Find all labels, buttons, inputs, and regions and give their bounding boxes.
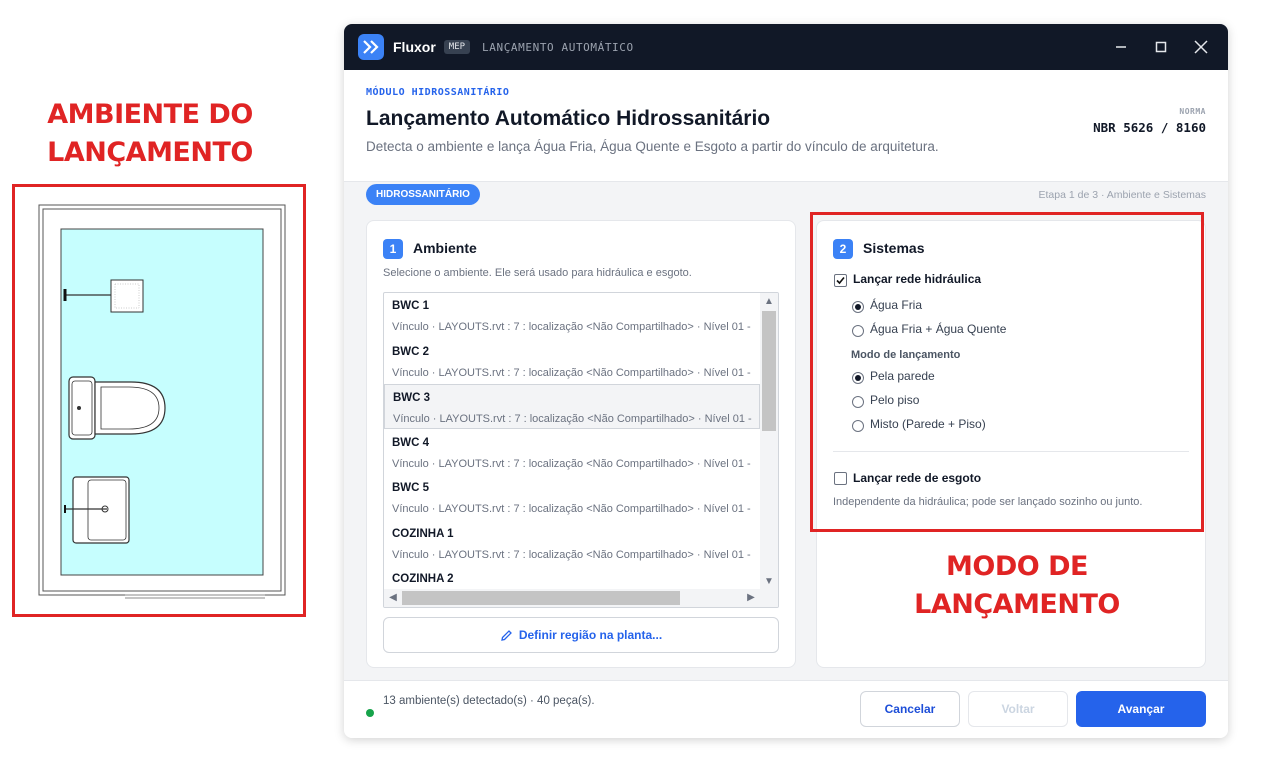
close-icon[interactable] bbox=[1192, 38, 1210, 56]
ambiente-hint: Selecione o ambiente. Ele será usado par… bbox=[383, 267, 692, 279]
hidraulica-label: Lançar rede hidráulica bbox=[853, 272, 982, 286]
horizontal-scrollbar[interactable]: ◀ ▶ bbox=[384, 589, 778, 607]
plan-highlight-box bbox=[12, 184, 306, 617]
pela-parede-label: Pela parede bbox=[870, 369, 935, 383]
scroll-left-icon[interactable]: ◀ bbox=[384, 589, 402, 607]
horizontal-scroll-thumb[interactable] bbox=[402, 591, 680, 605]
list-item-name: BWC 3 bbox=[393, 392, 431, 404]
norma-value: NBR 5626 / 8160 bbox=[1093, 120, 1206, 135]
page-title: Lançamento Automático Hidrossanitário bbox=[366, 107, 771, 130]
next-button[interactable]: Avançar bbox=[1076, 691, 1206, 727]
annotation-right-line2: LANÇAMENTO bbox=[914, 589, 1120, 620]
list-item-detail: Vínculo · LAYOUTS.rvt : 7 : localização … bbox=[393, 413, 752, 425]
define-region-label: Definir região na planta... bbox=[518, 628, 663, 642]
list-item[interactable]: COZINHA 2 bbox=[384, 566, 760, 591]
list-item-detail: Vínculo · LAYOUTS.rvt : 7 : localização … bbox=[392, 548, 751, 561]
status-dot-icon bbox=[366, 709, 374, 717]
back-button[interactable]: Voltar bbox=[968, 691, 1068, 727]
list-item-detail: Vínculo · LAYOUTS.rvt : 7 : localização … bbox=[392, 457, 751, 470]
esgoto-hint: Independente da hidráulica; pode ser lan… bbox=[833, 496, 1143, 508]
list-item-name: BWC 5 bbox=[392, 482, 430, 494]
app-window: Fluxor MEP LANÇAMENTO AUTOMÁTICO MÓDULO … bbox=[344, 24, 1228, 738]
list-item[interactable]: BWC 1 Vínculo · LAYOUTS.rvt : 7 : localiz… bbox=[384, 293, 760, 338]
list-item[interactable]: COZINHA 1 Vínculo · LAYOUTS.rvt : 7 : loc… bbox=[384, 521, 760, 566]
annotation-modo: MODO DE LANÇAMENTO bbox=[880, 548, 1154, 624]
list-item-name: BWC 2 bbox=[392, 345, 430, 358]
sink-fixture bbox=[64, 476, 130, 544]
ambiente-list[interactable]: BWC 1 Vínculo · LAYOUTS.rvt : 7 : localiz… bbox=[383, 292, 779, 608]
radio-agua-fria-quente[interactable] bbox=[852, 325, 864, 337]
list-item[interactable]: BWC 2 Vínculo · LAYOUTS.rvt : 7 : localiz… bbox=[384, 339, 760, 384]
hidraulica-checkbox[interactable] bbox=[834, 274, 847, 287]
sistemas-step-badge: 2 bbox=[833, 239, 853, 259]
list-item-name: COZINHA 2 bbox=[392, 573, 454, 585]
list-item[interactable]: BWC 3 Vínculo · LAYOUTS.rvt : 7 : localiz… bbox=[384, 384, 760, 429]
mep-badge: MEP bbox=[443, 40, 471, 54]
floor-plan-drawing bbox=[38, 204, 286, 599]
annotation-right-line1: MODO DE bbox=[946, 551, 1088, 582]
annotation-left-line1: AMBIENTE DO bbox=[47, 99, 253, 130]
cancel-button[interactable]: Cancelar bbox=[860, 691, 960, 727]
radio-pelo-piso[interactable] bbox=[852, 396, 864, 408]
vertical-scrollbar[interactable]: ▲ ▼ bbox=[760, 293, 778, 591]
norma-label: NORMA bbox=[1179, 107, 1206, 116]
radio-pela-parede[interactable] bbox=[852, 372, 864, 384]
esgoto-checkbox[interactable] bbox=[834, 472, 847, 485]
ambiente-list-items: BWC 1 Vínculo · LAYOUTS.rvt : 7 : localiz… bbox=[384, 293, 760, 591]
toilet-fixture bbox=[68, 376, 166, 440]
scroll-up-icon[interactable]: ▲ bbox=[760, 293, 778, 311]
minimize-icon[interactable] bbox=[1112, 38, 1130, 56]
check-icon bbox=[836, 276, 845, 285]
page-description: Detecta o ambiente e lança Água Fria, Ág… bbox=[366, 139, 939, 154]
list-item-detail: Vínculo · LAYOUTS.rvt : 7 : localização … bbox=[392, 503, 751, 515]
define-region-button[interactable]: Definir região na planta... bbox=[383, 617, 779, 653]
ambiente-step-badge: 1 bbox=[383, 239, 403, 259]
scroll-right-icon[interactable]: ▶ bbox=[742, 589, 760, 607]
list-item-detail: Vínculo · LAYOUTS.rvt : 7 : localização … bbox=[392, 366, 751, 379]
pencil-icon bbox=[500, 629, 512, 641]
list-item-name: BWC 1 bbox=[392, 300, 430, 312]
footer-bar: 13 ambiente(s) detectado(s) · 40 peça(s)… bbox=[344, 680, 1228, 738]
fluxor-logo-icon bbox=[358, 34, 384, 60]
misto-label: Misto (Parede + Piso) bbox=[870, 417, 986, 431]
window-subtitle: LANÇAMENTO AUTOMÁTICO bbox=[482, 40, 634, 54]
agua-fria-quente-label: Água Fria + Água Quente bbox=[870, 322, 1007, 336]
list-item-name: COZINHA 1 bbox=[392, 527, 454, 540]
radio-misto[interactable] bbox=[852, 420, 864, 432]
agua-fria-label: Água Fria bbox=[870, 298, 923, 312]
section-divider bbox=[833, 451, 1189, 452]
ambiente-card: 1 Ambiente Selecione o ambiente. Ele ser… bbox=[366, 220, 796, 668]
page-header: MÓDULO HIDROSSANITÁRIO Lançamento Automá… bbox=[344, 70, 1228, 182]
annotation-left-line2: LANÇAMENTO bbox=[47, 137, 253, 168]
esgoto-label: Lançar rede de esgoto bbox=[853, 471, 982, 485]
hidrossanitario-tag: HIDROSSANITÁRIO bbox=[366, 184, 480, 205]
list-item-name: BWC 4 bbox=[392, 436, 430, 449]
pelo-piso-label: Pelo piso bbox=[870, 393, 920, 407]
list-item[interactable]: BWC 4 Vínculo · LAYOUTS.rvt : 7 : localiz… bbox=[384, 430, 760, 475]
vertical-scroll-thumb[interactable] bbox=[762, 311, 776, 431]
list-item-detail: Vínculo · LAYOUTS.rvt : 7 : localização … bbox=[392, 321, 751, 333]
ambiente-title: Ambiente bbox=[413, 240, 477, 256]
title-bar: Fluxor MEP LANÇAMENTO AUTOMÁTICO bbox=[344, 24, 1228, 70]
module-label: MÓDULO HIDROSSANITÁRIO bbox=[366, 87, 510, 98]
annotation-ambiente: AMBIENTE DO LANÇAMENTO bbox=[0, 96, 300, 172]
sistemas-title: Sistemas bbox=[863, 240, 925, 256]
step-indicator: Etapa 1 de 3 · Ambiente e Sistemas bbox=[1038, 189, 1206, 201]
radio-agua-fria[interactable] bbox=[852, 301, 864, 313]
modo-lancamento-label: Modo de lançamento bbox=[851, 349, 961, 361]
status-text: 13 ambiente(s) detectado(s) · 40 peça(s)… bbox=[383, 695, 595, 707]
list-item[interactable]: BWC 5 Vínculo · LAYOUTS.rvt : 7 : localiz… bbox=[384, 475, 760, 520]
maximize-icon[interactable] bbox=[1152, 38, 1170, 56]
app-name: Fluxor bbox=[393, 39, 436, 55]
